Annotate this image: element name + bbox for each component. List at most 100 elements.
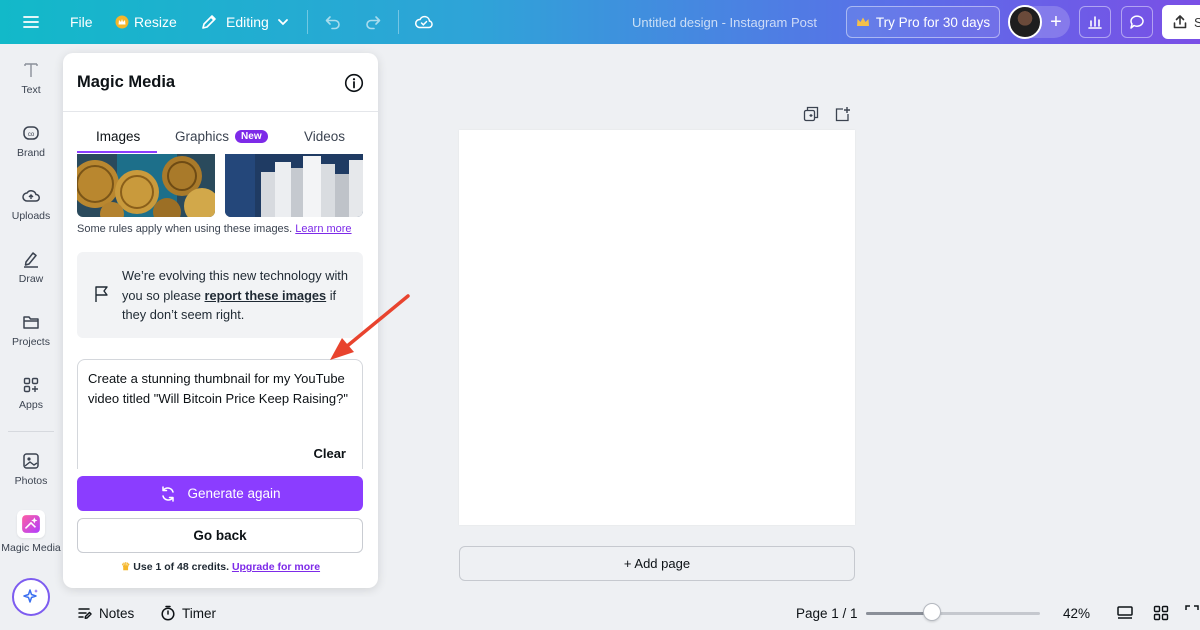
annotation-arrow-icon (330, 294, 410, 360)
rail-item-draw[interactable]: Draw (0, 249, 62, 285)
try-pro-button[interactable]: Try Pro for 30 days (846, 6, 1000, 38)
rail-item-magic-media[interactable]: Magic Media (0, 510, 62, 554)
pencil-icon (202, 15, 216, 29)
magic-assistant-button[interactable] (12, 578, 50, 616)
zoom-slider[interactable] (866, 612, 1040, 615)
credits-info: ♛ Use 1 of 48 credits. Upgrade for more (63, 561, 378, 573)
svg-text:co: co (28, 132, 35, 138)
panel-title: Magic Media (77, 73, 176, 91)
menu-icon[interactable] (22, 0, 40, 44)
info-icon[interactable] (344, 73, 364, 93)
refresh-icon (162, 485, 175, 502)
timer-label: Timer (182, 605, 216, 621)
add-page-button[interactable]: + Add page (459, 546, 855, 581)
chevron-down-icon (277, 19, 288, 26)
tab-label: Videos (304, 129, 346, 144)
learn-more-link[interactable]: Learn more (295, 223, 351, 235)
rail-item-brand[interactable]: co Brand (0, 123, 62, 159)
rail-item-label: Photos (14, 475, 48, 487)
editing-mode-button[interactable]: Editing (200, 0, 289, 44)
rail-item-label: Brand (16, 147, 46, 159)
draw-icon (24, 252, 38, 268)
editing-label: Editing (226, 14, 269, 30)
fullscreen-icon[interactable] (1184, 598, 1200, 628)
comment-icon[interactable] (1121, 6, 1153, 38)
try-pro-label: Try Pro for 30 days (875, 14, 991, 30)
timer-button[interactable]: Timer (160, 598, 216, 628)
upgrade-link[interactable]: Upgrade for more (232, 561, 320, 573)
usage-rules-text: Some rules apply when using these images… (77, 223, 352, 235)
rail-item-label: Magic Media (1, 542, 61, 554)
image-icon (23, 453, 39, 469)
insights-icon[interactable] (1079, 6, 1111, 38)
rail-item-label: Text (21, 84, 41, 96)
text-icon (24, 63, 38, 77)
crown-icon: ♛ (120, 561, 131, 573)
rail-item-uploads[interactable]: Uploads (0, 186, 62, 222)
notes-label: Notes (99, 605, 135, 621)
share-button[interactable]: S (1162, 5, 1200, 39)
apps-grid-icon (23, 377, 39, 393)
resize-button[interactable]: Resize (115, 0, 177, 44)
rail-item-photos[interactable]: Photos (0, 451, 62, 487)
grid-view-icon[interactable] (1152, 598, 1170, 628)
credits-text: Use 1 of 48 credits. (133, 561, 230, 573)
tab-images[interactable]: Images (96, 129, 140, 144)
active-tab-indicator (77, 151, 157, 153)
flag-icon (95, 286, 108, 302)
upload-cloud-icon (22, 190, 40, 202)
add-collaborator-icon[interactable]: + (1043, 9, 1069, 35)
rules-text: Some rules apply when using these images… (77, 223, 293, 235)
timer-icon (161, 605, 175, 621)
undo-icon[interactable] (324, 0, 342, 44)
toolbar-divider (398, 10, 399, 34)
design-canvas[interactable] (459, 130, 855, 525)
prompt-text[interactable]: Create a stunning thumbnail for my YouTu… (88, 369, 358, 408)
generated-image-buildings[interactable] (225, 154, 363, 217)
rail-item-label: Projects (12, 336, 50, 348)
crown-icon (115, 15, 129, 29)
rail-item-text[interactable]: Text (0, 60, 62, 96)
magic-media-icon (17, 510, 45, 538)
zoom-percentage[interactable]: 42% (1063, 598, 1090, 628)
notice-text: We’re evolving this new technology with … (122, 266, 352, 325)
avatar[interactable] (1008, 5, 1042, 39)
file-menu[interactable]: File (70, 0, 93, 44)
tab-videos[interactable]: Videos (304, 129, 345, 144)
cloud-saved-icon[interactable] (414, 0, 434, 44)
rail-item-projects[interactable]: Projects (0, 312, 62, 348)
zoom-slider-handle[interactable] (923, 603, 942, 621)
tab-label: Images (96, 129, 141, 144)
share-upload-icon (1173, 15, 1187, 29)
page-view-icon[interactable] (1116, 598, 1134, 628)
rail-item-label: Apps (19, 399, 43, 411)
crown-icon (856, 17, 869, 26)
top-bar: File Resize Editing Untitled design - In… (0, 0, 1200, 44)
rail-item-label: Draw (18, 273, 44, 285)
generated-image-bitcoin[interactable] (77, 154, 215, 217)
new-badge: New (235, 130, 268, 143)
toolbar-divider (307, 10, 308, 34)
clear-button[interactable]: Clear (313, 446, 346, 461)
folder-icon (23, 316, 39, 329)
duplicate-page-icon[interactable] (803, 106, 819, 122)
notes-button[interactable]: Notes (77, 598, 134, 628)
add-page-icon[interactable] (835, 106, 851, 122)
resize-label: Resize (134, 14, 177, 30)
panel-divider (63, 111, 378, 112)
rail-divider (8, 431, 54, 432)
rail-item-label: Uploads (11, 210, 51, 222)
tab-graphics[interactable]: Graphics New (175, 129, 268, 144)
redo-icon[interactable] (364, 0, 382, 44)
sparkle-icon (23, 589, 38, 603)
notes-icon (78, 608, 92, 619)
share-label: S (1194, 14, 1200, 30)
rail-item-apps[interactable]: Apps (0, 375, 62, 411)
design-title[interactable]: Untitled design - Instagram Post (632, 0, 817, 44)
generate-again-button[interactable]: Generate again (77, 476, 363, 511)
go-back-button[interactable]: Go back (77, 518, 363, 553)
prompt-input[interactable]: Create a stunning thumbnail for my YouTu… (77, 359, 363, 469)
report-images-link[interactable]: report these images (205, 288, 327, 303)
page-indicator[interactable]: Page 1 / 1 (796, 598, 858, 628)
brand-icon: co (23, 126, 39, 140)
